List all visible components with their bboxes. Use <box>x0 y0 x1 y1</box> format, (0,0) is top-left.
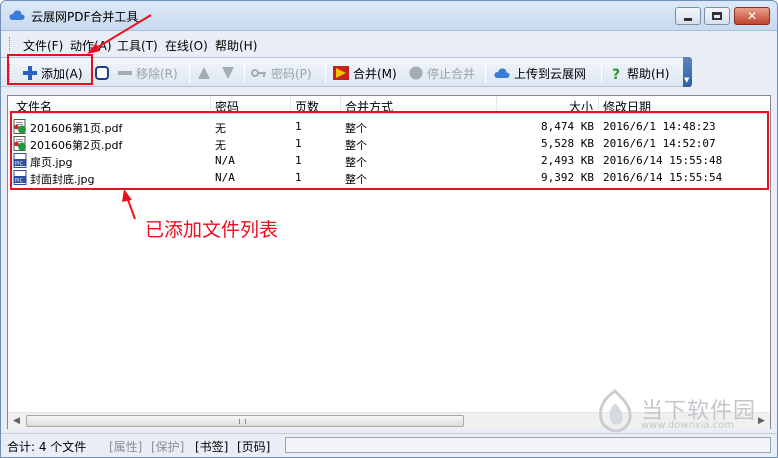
watermark-url: www.downxia.com <box>641 420 735 431</box>
watermark-logo-icon <box>599 389 632 433</box>
annotation-label: 已添加文件列表 <box>145 219 279 241</box>
app-window: 云展网PDF合并工具 ✕ 文件(F) 动作(A) 工具(T) 在线(O) 帮助(… <box>0 0 778 458</box>
annotation-arrow-line <box>92 14 152 51</box>
annotation-arrowhead <box>122 189 132 202</box>
annotation-arrowhead <box>87 43 100 54</box>
annotation-arrows <box>87 14 152 220</box>
